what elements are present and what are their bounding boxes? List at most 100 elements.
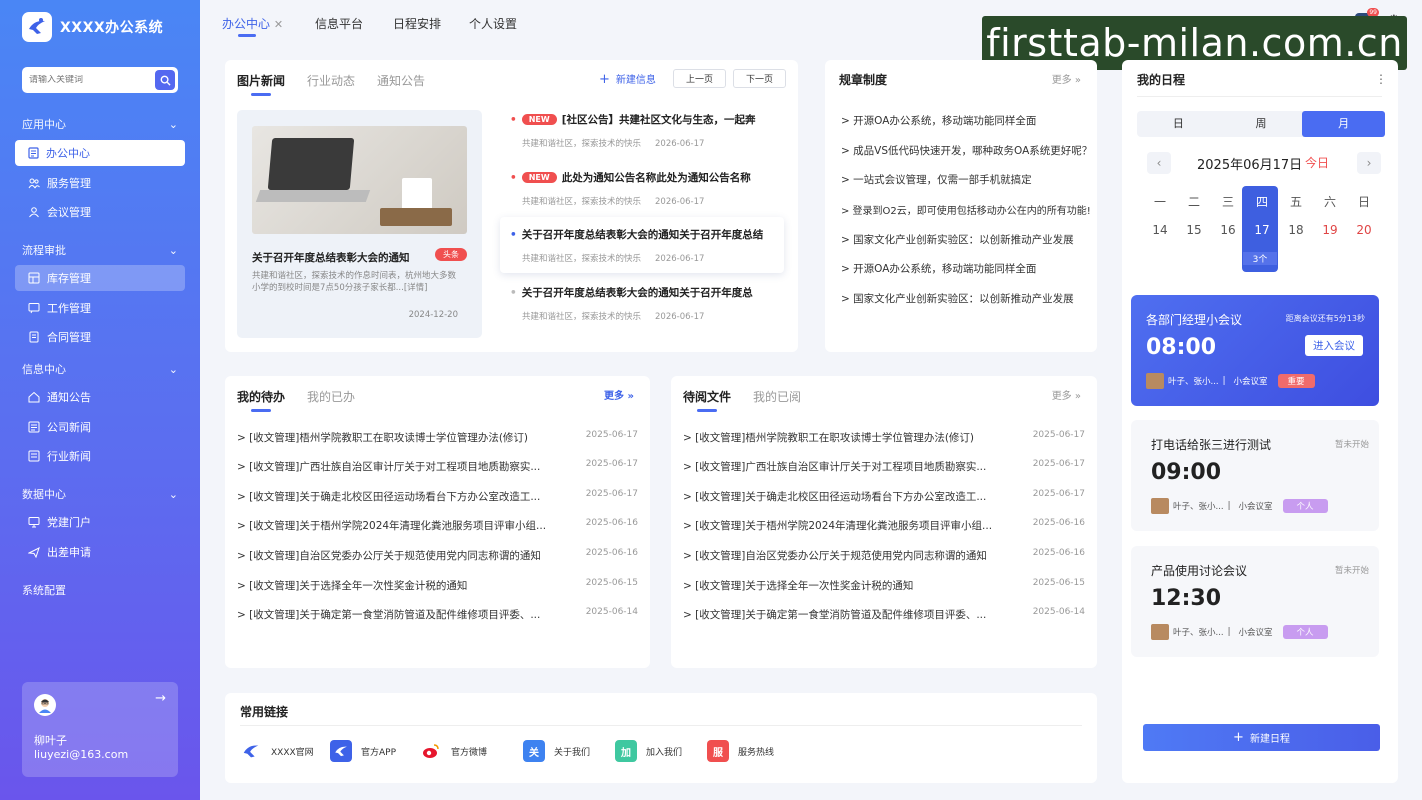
hotline-icon: 服 (707, 740, 729, 762)
close-icon[interactable]: ✕ (274, 18, 283, 31)
read-more-link[interactable]: 更多 » (1052, 387, 1081, 402)
read-row[interactable]: > [收文管理]关于梧州学院2024年清理化粪池服务项目评审小组... 2025-… (683, 518, 1085, 533)
calendar-day[interactable]: 20 (1347, 223, 1381, 237)
meeting-card[interactable]: 各部门经理小会议 距离会议还有5分13秒 08:00 进入会议 叶子、张小...… (1131, 295, 1379, 406)
calendar-day[interactable]: 18 (1279, 223, 1313, 237)
prev-date-button[interactable]: ‹ (1147, 152, 1171, 174)
todo-row[interactable]: > [收文管理]关于选择全年一次性奖金计税的通知 2025-06-15 (237, 578, 638, 593)
tab-schedule[interactable]: 日程安排 (393, 15, 441, 32)
news-item[interactable]: • 关于召开年度总结表彰大会的通知关于召开年度总 共建和谐社区，探索技术的快乐 20… (510, 285, 800, 323)
calendar-day[interactable]: 16 (1211, 223, 1245, 237)
nav-section-data[interactable]: 数据中心 ⌄ (22, 486, 178, 502)
rule-item[interactable]: > 开源OA办公系统，移动端功能同样全面 (841, 113, 1036, 128)
sidebar-item-meeting[interactable]: 会议管理 (15, 199, 185, 225)
news-item[interactable]: • NEW 此处为通知公告名称此处为通知公告名称 共建和谐社区，探索技术的快乐 202… (510, 170, 800, 208)
app-icon (330, 740, 352, 762)
tab-personal-settings[interactable]: 个人设置 (469, 15, 517, 32)
sidebar-item-contract[interactable]: 合同管理 (15, 324, 185, 350)
calendar-day[interactable]: 19 (1313, 223, 1347, 237)
rules-more-link[interactable]: 更多 » (1052, 71, 1081, 86)
tab-to-read[interactable]: 待阅文件 (683, 388, 731, 405)
read-row[interactable]: > [收文管理]关于确走北校区田径运动场看台下方办公室改造工... 2025-06… (683, 489, 1085, 504)
rule-item[interactable]: > 成品VS低代码快速开发，哪种政务OA系统更好呢？ (841, 143, 1092, 158)
arrow-right-icon[interactable]: → (155, 691, 166, 706)
tab-my-read[interactable]: 我的已阅 (753, 388, 801, 405)
rule-item[interactable]: > 国家文化产业创新实验区：以创新推动产业发展 (841, 291, 1074, 306)
current-date: 2025年06月17日 (1197, 158, 1303, 173)
sidebar-item-inventory[interactable]: 库存管理 (15, 265, 185, 291)
read-row[interactable]: > [收文管理]关于确定第一食堂消防管道及配件维修项目评委、... 2025-06… (683, 607, 1085, 622)
tab-my-todo[interactable]: 我的待办 (237, 388, 285, 405)
todo-row[interactable]: > [收文管理]梧州学院教职工在职攻读博士学位管理办法(修订) 2025-06-1… (237, 430, 638, 445)
new-info-button[interactable]: + 新建信息 (599, 71, 656, 87)
logo[interactable]: XXXX办公系统 (22, 12, 163, 42)
next-page-button[interactable]: 下一页 (733, 69, 787, 88)
new-schedule-button[interactable]: + 新建日程 (1143, 724, 1380, 751)
rule-item[interactable]: > 开源OA办公系统，移动端功能同样全面 (841, 261, 1036, 276)
nav-section-info[interactable]: 信息中心 ⌄ (22, 361, 178, 377)
nav-section-config[interactable]: 系统配置 (22, 582, 178, 598)
featured-news[interactable]: 关于召开年度总结表彰大会的通知 头条 共建和谐社区，探索技术的作息时间表，杭州地… (237, 110, 482, 338)
read-row[interactable]: > [收文管理]自治区党委办公厅关于规范使用党内同志称谓的通知 2025-06-1… (683, 548, 1085, 563)
tab-office[interactable]: 办公中心 ✕ (222, 15, 283, 32)
view-day[interactable]: 日 (1137, 111, 1220, 137)
rule-item[interactable]: > 登录到O2云，即可使用包括移动办公在内的所有功能! (841, 202, 1091, 217)
todo-row[interactable]: > [收文管理]关于确定第一食堂消防管道及配件维修项目评委、... 2025-06… (237, 607, 638, 622)
read-row[interactable]: > [收文管理]梧州学院教职工在职攻读博士学位管理办法(修订) 2025-06-1… (683, 430, 1085, 445)
link-join[interactable]: 加加入我们 (615, 740, 682, 762)
prev-page-button[interactable]: 上一页 (673, 69, 727, 88)
user-icon (29, 207, 39, 218)
link-website[interactable]: XXXX官网 (240, 740, 314, 762)
view-month[interactable]: 月 (1302, 111, 1386, 137)
featured-title: 关于召开年度总结表彰大会的通知 (252, 252, 410, 264)
link-hotline[interactable]: 服服务热线 (707, 740, 774, 762)
sidebar-item-industry-news[interactable]: 行业新闻 (15, 443, 185, 469)
todo-row[interactable]: > [收文管理]关于确走北校区田径运动场看台下方办公室改造工... 2025-06… (237, 489, 638, 504)
brand-logo-icon (240, 740, 262, 762)
meeting-card[interactable]: 产品使用讨论会议 暂未开始 12:30 叶子、张小... | 小会议室 个人 (1131, 546, 1379, 657)
tab-notices[interactable]: 通知公告 (377, 72, 425, 89)
link-weibo[interactable]: 官方微博 (420, 740, 487, 762)
todo-row[interactable]: > [收文管理]广西壮族自治区审计厅关于对工程项目地质勘察实... 2025-06… (237, 459, 638, 474)
tab-industry-trends[interactable]: 行业动态 (307, 72, 355, 89)
news-item[interactable]: • NEW [社区公告】共建社区文化与生态，一起奔 共建和谐社区，探索技术的快乐 20… (510, 112, 800, 150)
rule-item[interactable]: > 国家文化产业创新实验区：以创新推动产业发展 (841, 232, 1074, 247)
search-input[interactable] (29, 75, 153, 85)
link-about[interactable]: 关关于我们 (523, 740, 590, 762)
todo-row[interactable]: > [收文管理]关于梧州学院2024年清理化粪池服务项目评审小组... 2025-… (237, 518, 638, 533)
sidebar-item-office[interactable]: 办公中心 (15, 140, 185, 166)
today-link[interactable]: 今日 (1305, 154, 1329, 171)
link-app[interactable]: 官方APP (330, 740, 396, 762)
tab-info-platform[interactable]: 信息平台 (315, 15, 363, 32)
view-switch: 日 周 月 (1137, 111, 1386, 137)
sidebar-item-trip[interactable]: 出差申请 (15, 539, 185, 565)
view-week[interactable]: 周 (1220, 111, 1303, 137)
sidebar-item-party[interactable]: 党建门户 (15, 509, 185, 535)
read-row[interactable]: > [收文管理]关于选择全年一次性奖金计税的通知 2025-06-15 (683, 578, 1085, 593)
people-icon (28, 178, 40, 189)
next-date-button[interactable]: › (1357, 152, 1381, 174)
more-vertical-icon[interactable]: ⋮ (1375, 72, 1387, 86)
tab-my-done[interactable]: 我的已办 (307, 388, 355, 405)
user-card[interactable]: → 柳叶子 liuyezi@163.com (22, 682, 178, 777)
sidebar-item-work[interactable]: 工作管理 (15, 295, 185, 321)
to-read-card: 待阅文件 我的已阅 更多 » > [收文管理]梧州学院教职工在职攻读博士学位管理办… (671, 376, 1097, 668)
read-row[interactable]: > [收文管理]广西壮族自治区审计厅关于对工程项目地质勘察实... 2025-06… (683, 459, 1085, 474)
calendar-day[interactable]: 14 (1143, 223, 1177, 237)
document-icon (28, 147, 39, 159)
todo-row[interactable]: > [收文管理]自治区党委办公厅关于规范使用党内同志称谓的通知 2025-06-1… (237, 548, 638, 563)
nav-section-apps[interactable]: 应用中心 ⌄ (22, 116, 178, 132)
news-item[interactable]: • 关于召开年度总结表彰大会的通知关于召开年度总结 共建和谐社区，探索技术的快乐 2… (500, 217, 784, 273)
calendar-day[interactable]: 15 (1177, 223, 1211, 237)
sidebar-item-notice[interactable]: 通知公告 (15, 384, 185, 410)
nav-section-approval[interactable]: 流程审批 ⌄ (22, 242, 178, 258)
rule-item[interactable]: > 一站式会议管理，仅需一部手机就搞定 (841, 172, 1032, 187)
sidebar-item-service[interactable]: 服务管理 (15, 170, 185, 196)
meeting-card[interactable]: 打电话给张三进行测试 暂未开始 09:00 叶子、张小... | 小会议室 个人 (1131, 420, 1379, 531)
search-button[interactable] (155, 70, 175, 90)
calendar-day[interactable]: 17 (1245, 223, 1279, 237)
sidebar-item-company-news[interactable]: 公司新闻 (15, 414, 185, 440)
todo-more-link[interactable]: 更多 » (604, 387, 634, 402)
tab-picture-news[interactable]: 图片新闻 (237, 72, 285, 89)
enter-meeting-button[interactable]: 进入会议 (1305, 335, 1363, 356)
